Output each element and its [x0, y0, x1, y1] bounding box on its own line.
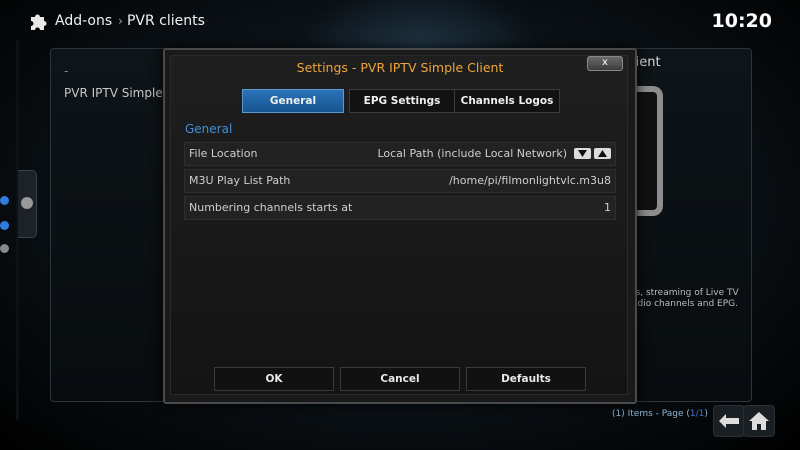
addon-description: ts, streaming of Live TV adio channels a… [632, 288, 750, 310]
page-info-suffix: ) [704, 409, 708, 419]
setting-m3u-playlist-path[interactable]: M3U Play List Path /home/pi/filmonlightv… [184, 169, 616, 193]
side-dot-1 [0, 196, 9, 205]
breadcrumb-subsection: PVR clients [126, 13, 205, 29]
ok-button[interactable]: OK [214, 367, 334, 391]
settings-tabs: General EPG Settings Channels Logos [165, 89, 635, 113]
addon-list-item[interactable]: PVR IPTV Simple Client [64, 86, 164, 100]
puzzle-piece-icon [31, 14, 47, 30]
setting-label: M3U Play List Path [189, 174, 291, 187]
close-button[interactable]: x [587, 56, 623, 71]
side-menu-icon [21, 197, 33, 209]
spinner-up-button[interactable] [594, 148, 611, 159]
setting-value: Local Path (include Local Network) [377, 147, 567, 160]
arrow-up-icon [598, 150, 607, 157]
list-dash: - [64, 64, 69, 78]
settings-dialog: Settings - PVR IPTV Simple Client x Gene… [163, 48, 637, 404]
cancel-button[interactable]: Cancel [340, 367, 460, 391]
home-button[interactable] [743, 405, 775, 437]
setting-file-location[interactable]: File Location Local Path (include Local … [184, 142, 616, 166]
arrow-down-icon [578, 150, 587, 157]
setting-channel-numbering-start[interactable]: Numbering channels starts at 1 [184, 196, 616, 220]
page-info-page: 1/1 [689, 409, 705, 419]
addon-description-line-1: ts, streaming of Live TV [632, 288, 739, 298]
defaults-button[interactable]: Defaults [466, 367, 586, 391]
side-dot-3 [0, 244, 9, 253]
page-info-prefix: (1) Items - Page ( [612, 409, 690, 419]
addon-description-line-2: adio channels and EPG. [632, 299, 739, 309]
breadcrumb-section: Add-ons [55, 13, 113, 29]
clock: 10:20 [711, 10, 772, 32]
breadcrumb-separator: › [118, 14, 123, 28]
side-dot-2 [0, 221, 9, 230]
setting-value: /home/pi/filmonlightvlc.m3u8 [449, 174, 611, 187]
back-arrow-icon [719, 414, 739, 428]
home-icon [749, 412, 769, 430]
setting-label: File Location [189, 147, 258, 160]
back-button[interactable] [713, 405, 745, 437]
dialog-title: Settings - PVR IPTV Simple Client [296, 60, 504, 75]
setting-value: 1 [604, 201, 611, 214]
page-info: (1) Items - Page (1/1) [612, 409, 708, 419]
setting-label: Numbering channels starts at [189, 201, 353, 214]
tab-epg-settings[interactable]: EPG Settings [349, 89, 455, 113]
side-menu-tab[interactable] [18, 170, 37, 238]
tab-channels-logos[interactable]: Channels Logos [454, 89, 560, 113]
top-bar: Add-ons › PVR clients 10:20 [0, 0, 800, 44]
section-heading: General [185, 122, 233, 136]
breadcrumb: Add-ons › PVR clients [55, 13, 205, 29]
spinner-down-button[interactable] [574, 148, 591, 159]
tab-general[interactable]: General [242, 89, 344, 113]
